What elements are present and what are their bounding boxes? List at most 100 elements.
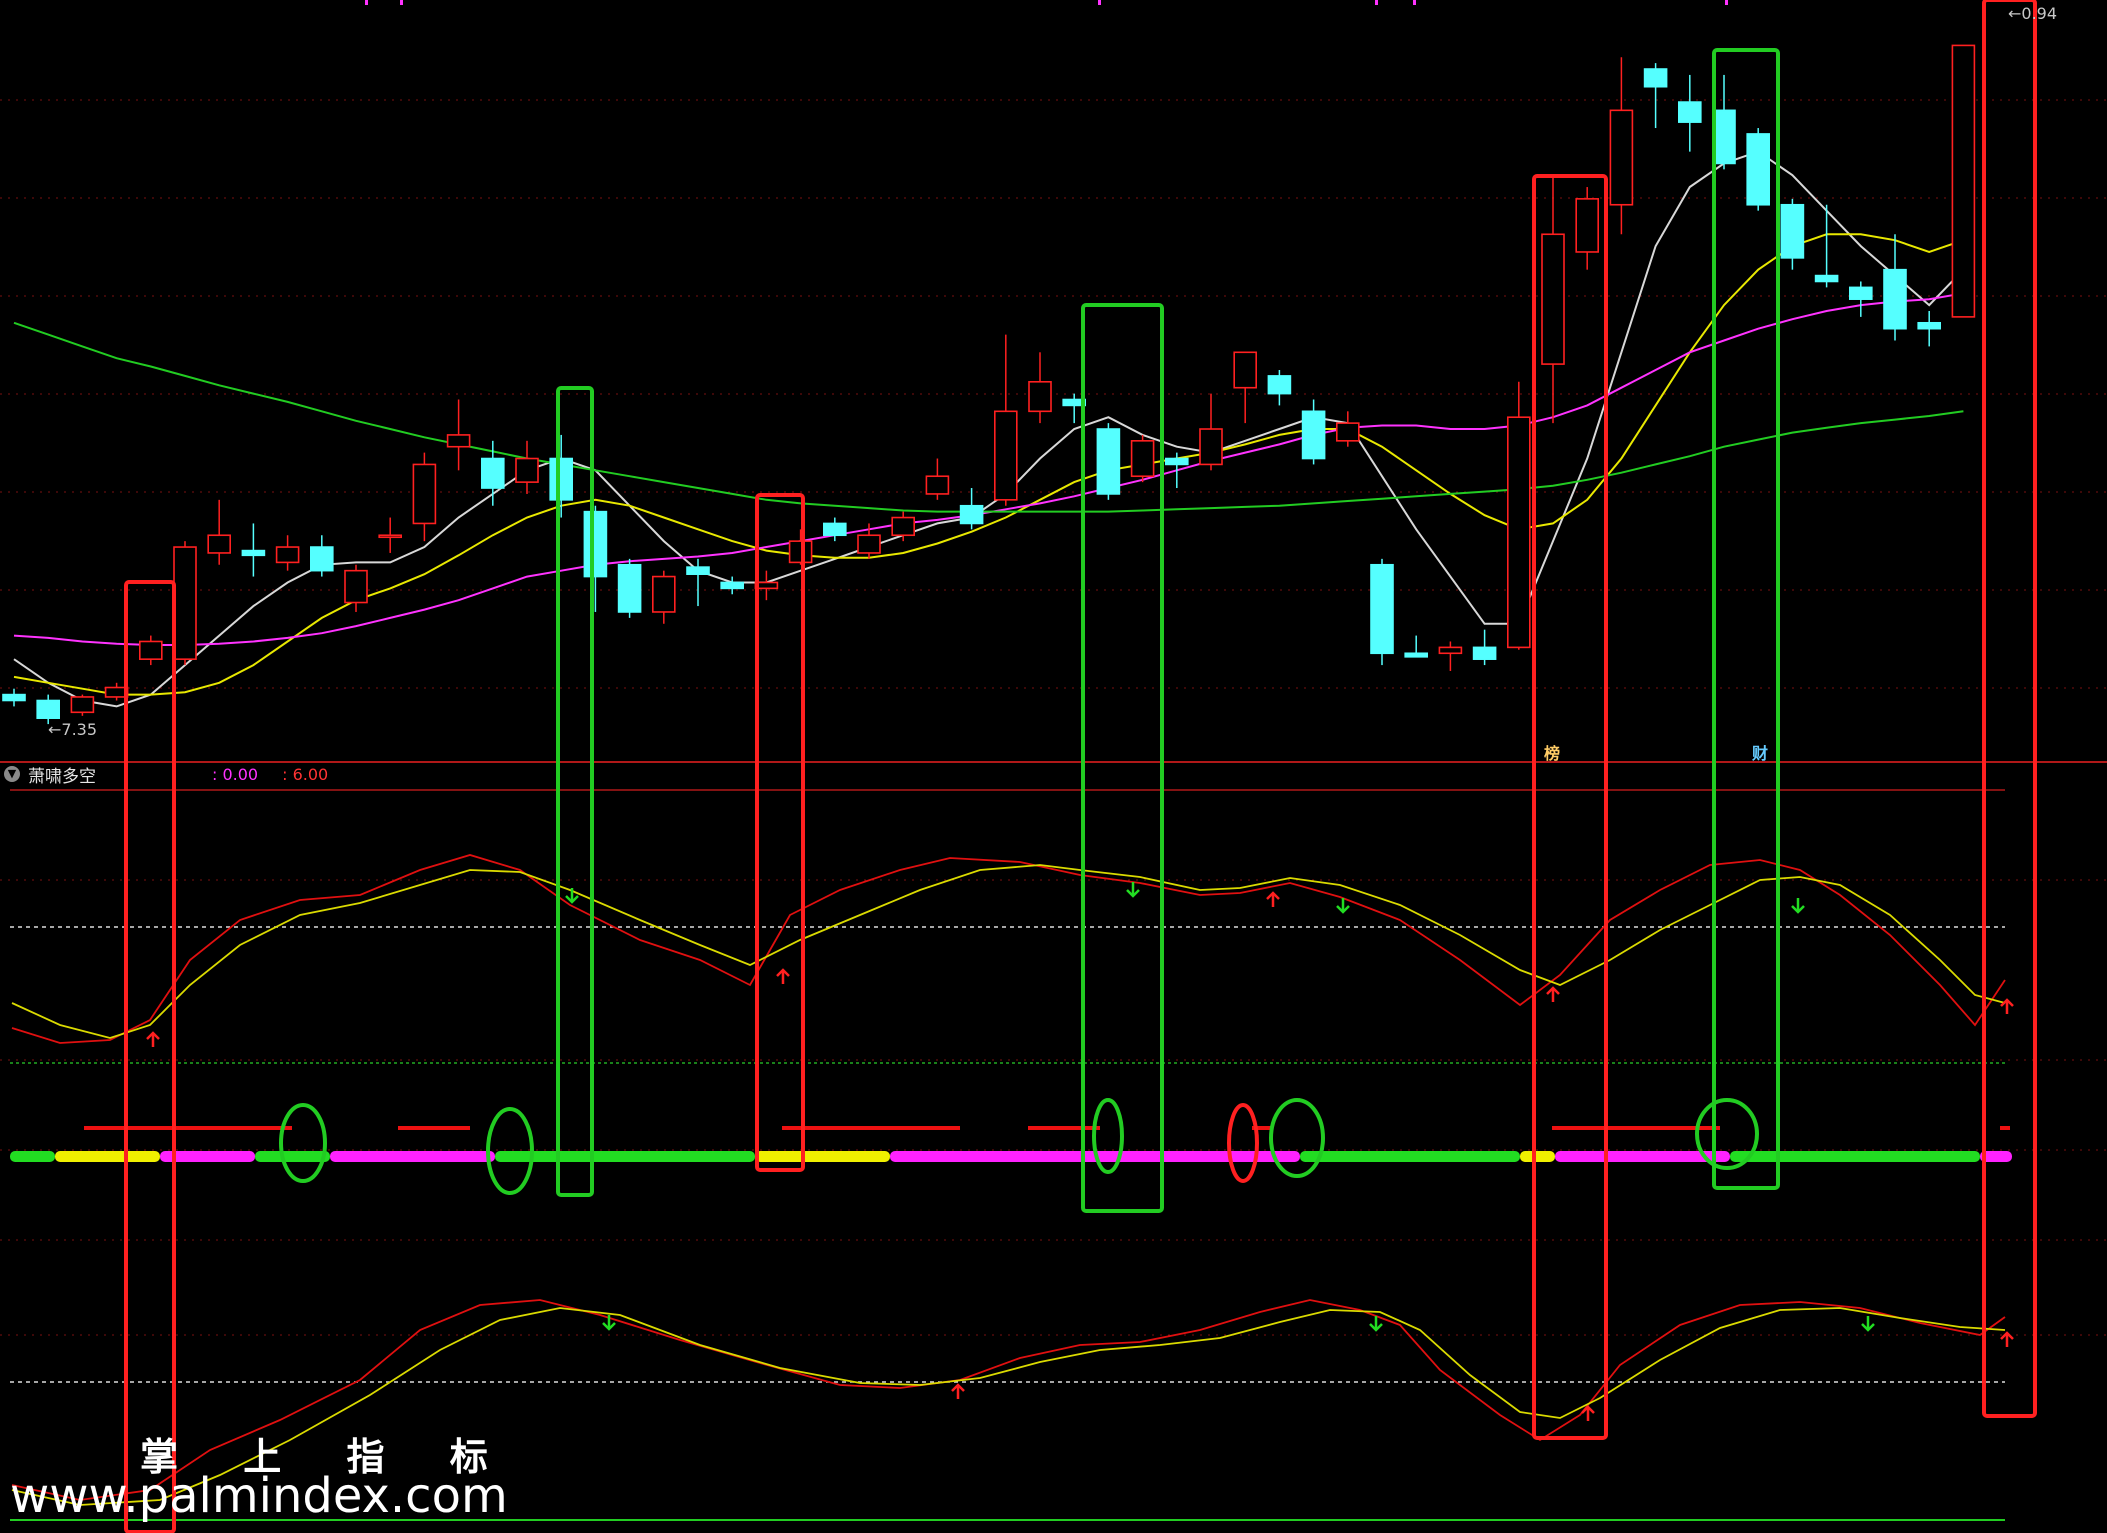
candle-body (207, 534, 231, 554)
indicator-a-slow-line (11, 864, 2006, 1039)
candle-body (1130, 440, 1155, 478)
candle-body (925, 475, 950, 495)
tag-cai: 财 (1752, 744, 1769, 763)
tag-bang: 榜 (1544, 744, 1561, 763)
ma60-line (13, 321, 1964, 513)
candle-body (1507, 416, 1531, 649)
candle-body (275, 546, 300, 564)
strip-segment (755, 1151, 890, 1162)
indicator-name: 萧啸多空 (28, 766, 96, 787)
candle-body (617, 563, 642, 613)
candle-body (1028, 381, 1052, 413)
candle-body (686, 566, 710, 575)
candle-body (1301, 410, 1326, 460)
candle-body (1199, 428, 1223, 466)
candle-body (36, 699, 61, 719)
candle-body (344, 569, 368, 604)
chevron-down-icon[interactable]: ▼ (4, 766, 20, 782)
annotation-boxes (124, 0, 2037, 1533)
candle-body (1780, 203, 1805, 259)
candle-body (1233, 351, 1257, 389)
candle-body (549, 457, 574, 501)
candle-body (1096, 428, 1121, 495)
candle-body (378, 534, 403, 539)
candle-body (720, 581, 745, 590)
signal-ellipse (279, 1103, 327, 1183)
top-tick (1375, 0, 1378, 5)
signal-ellipse (1227, 1103, 1259, 1183)
candle-body (857, 534, 881, 554)
candle-body (1643, 68, 1668, 88)
ma20-line (13, 292, 1964, 646)
strip-segment (10, 1151, 55, 1162)
top-tick (365, 0, 368, 5)
candlestick-series (2, 44, 1976, 725)
candle-body (1678, 101, 1702, 123)
candle-body (1849, 286, 1873, 300)
indicator-header: ▼ 萧啸多空 : 0.00 : 6.00 (4, 763, 329, 787)
indicator-a-fast-line (11, 854, 2006, 1044)
buy-signal-box (124, 580, 176, 1533)
candle-body (173, 546, 197, 660)
candle-body (1336, 422, 1360, 442)
candle-body (1814, 274, 1839, 283)
candle-body (993, 410, 1018, 501)
price-low-value: 7.35 (61, 720, 98, 739)
strip-segment (1520, 1151, 1555, 1162)
indicator-param-1: : 0.00 (212, 764, 259, 784)
buy-signal-box (1532, 174, 1608, 1440)
top-tick (400, 0, 403, 5)
strip-segment (55, 1151, 160, 1162)
candle-body (1404, 652, 1428, 658)
candle-body (1541, 233, 1565, 365)
arrow-icon: ← (48, 720, 62, 739)
price-low-label: ←7.35 (48, 720, 97, 739)
top-tick (1725, 0, 1728, 5)
indicator-param-2: : 6.00 (282, 764, 329, 784)
candle-body (70, 696, 95, 714)
ma5-line (13, 150, 1965, 708)
indicator-upper-panel (11, 854, 2006, 1044)
top-tick (1413, 0, 1416, 5)
strip-segment (1730, 1151, 1980, 1162)
candle-body (1472, 646, 1497, 660)
candle-body (309, 546, 334, 572)
candle-body (1609, 109, 1634, 206)
buy-signal-box (755, 493, 805, 1172)
panel-separators (0, 761, 2107, 1521)
candle-body (480, 457, 505, 489)
strip-segment (495, 1151, 755, 1162)
buy-signal-box (1982, 0, 2037, 1418)
candle-body (788, 540, 813, 564)
sell-signal-box (1712, 48, 1780, 1190)
strip-segment (330, 1151, 495, 1162)
candle-body (1712, 109, 1736, 165)
top-tick (1098, 0, 1101, 5)
candle-body (583, 510, 608, 578)
candle-body (822, 522, 847, 537)
candle-body (1370, 563, 1394, 655)
price-high-value: 0.94 (2021, 4, 2058, 23)
candle-body (446, 434, 471, 448)
candle-body (959, 504, 984, 525)
candle-body (1438, 646, 1463, 655)
price-high-label: ←0.94 (2008, 4, 2057, 23)
strip-segment (1300, 1151, 1520, 1162)
candle-body (2, 693, 26, 702)
candle-body (1165, 457, 1189, 466)
signal-color-strip (10, 1126, 2012, 1162)
strip-segment (255, 1151, 330, 1162)
chart-grid (0, 0, 2107, 1336)
sell-signal-box (556, 386, 594, 1197)
watermark-url: www.palmindex.com (10, 1468, 508, 1524)
candle-body (139, 640, 163, 660)
candle-body (1917, 321, 1941, 330)
arrow-icon: ← (2008, 4, 2022, 23)
candle-body (651, 575, 676, 613)
candle-body (1267, 375, 1292, 395)
signal-ellipse (1269, 1098, 1325, 1178)
candle-body (241, 549, 266, 557)
candle-body (412, 463, 437, 525)
ma10-line (13, 233, 1964, 696)
candle-body (1883, 268, 1907, 330)
